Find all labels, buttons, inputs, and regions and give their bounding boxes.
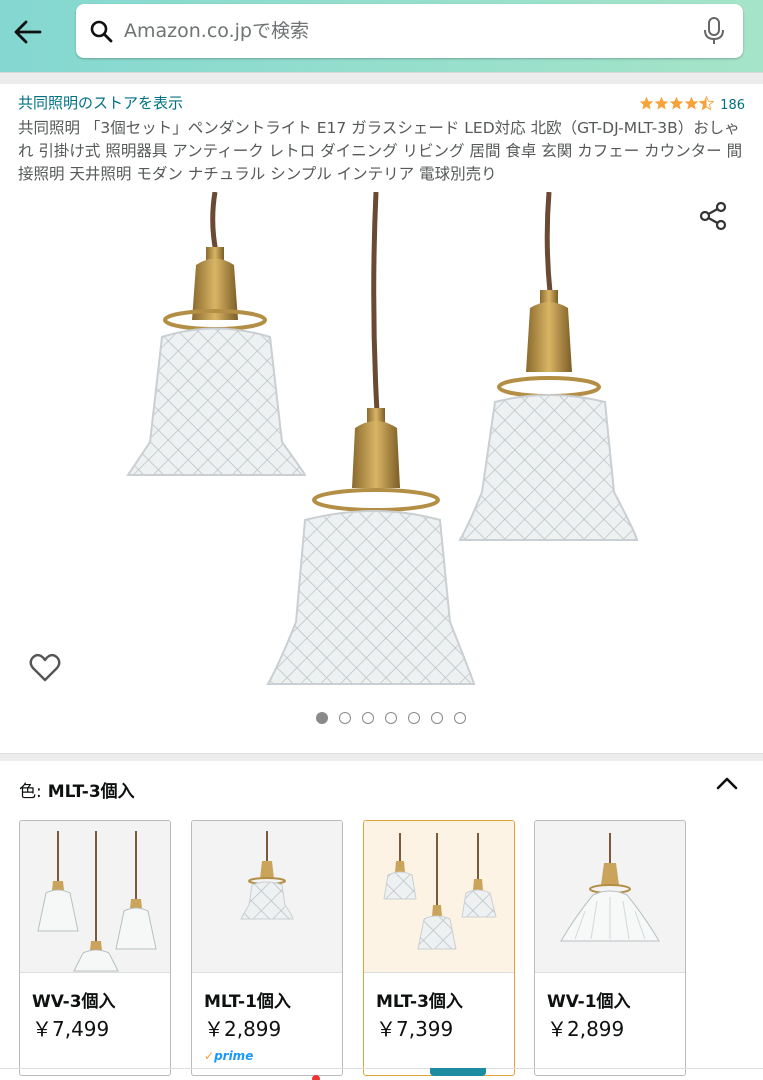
variant-price: ￥2,899 (204, 1017, 282, 1041)
product-title: 共同照明 「3個セット」ペンダントライト E17 ガラスシェード LED対応 北… (18, 119, 743, 183)
search-icon (88, 18, 114, 44)
color-label-text: 色: (19, 782, 42, 802)
share-icon[interactable] (697, 200, 729, 232)
arrow-left-icon (14, 20, 42, 44)
variant-thumbnail (192, 821, 342, 973)
notification-dot (312, 1075, 320, 1080)
carousel-dot[interactable] (453, 712, 466, 724)
variant-name: MLT-1個入 (204, 992, 291, 1012)
product-rating[interactable]: 186 (639, 94, 745, 113)
star-icon (639, 96, 654, 110)
variant-price: ￥2,899 (547, 1017, 625, 1041)
variant-card[interactable]: MLT-1個入 ￥2,899 ✓prime (191, 820, 343, 1076)
carousel-dot[interactable] (430, 712, 443, 724)
star-icon (669, 96, 684, 110)
variant-card[interactable]: WV-3個入 ￥7,499 (19, 820, 171, 1076)
section-divider (0, 72, 763, 84)
variant-card-selected[interactable]: MLT-3個入 ￥7,399 (363, 820, 515, 1076)
variant-name: WV-1個入 (547, 992, 631, 1012)
bottom-divider (0, 1068, 763, 1069)
rating-count: 186 (720, 98, 745, 113)
prime-label: prime (214, 1049, 254, 1063)
variant-name: WV-3個入 (32, 992, 116, 1012)
bottom-nav-indicator (430, 1068, 486, 1076)
check-icon: ✓ (204, 1049, 215, 1063)
chevron-up-icon[interactable] (713, 770, 741, 798)
carousel-dot[interactable] (361, 712, 374, 724)
variant-thumbnail (535, 821, 685, 973)
carousel-dot[interactable] (384, 712, 397, 724)
variant-price: ￥7,399 (376, 1017, 454, 1041)
pendant-lights-image (126, 191, 639, 685)
variant-price: ￥7,499 (32, 1017, 110, 1041)
carousel-dot[interactable] (338, 712, 351, 724)
star-icon (684, 96, 699, 110)
top-header (0, 0, 763, 72)
carousel-dot[interactable] (315, 712, 328, 724)
image-carousel-dots[interactable] (0, 712, 763, 724)
search-input[interactable] (124, 20, 699, 42)
rating-stars (639, 96, 715, 111)
prime-badge: ✓prime (204, 1049, 253, 1063)
store-link[interactable]: 共同照明のストアを表示 (18, 92, 183, 113)
heart-icon[interactable] (28, 651, 62, 685)
color-selected-value: MLT-3個入 (47, 782, 135, 802)
microphone-icon[interactable] (699, 16, 729, 46)
variant-thumbnail (364, 821, 514, 973)
color-selector-label: 色: MLT-3個入 (19, 777, 135, 802)
section-divider (0, 753, 763, 761)
variant-name: MLT-3個入 (376, 992, 463, 1012)
variant-card[interactable]: WV-1個入 ￥2,899 (534, 820, 686, 1076)
star-half-icon (699, 96, 715, 111)
variant-thumbnail (20, 821, 170, 973)
product-image[interactable] (0, 191, 763, 702)
carousel-dot[interactable] (407, 712, 420, 724)
back-button[interactable] (10, 14, 46, 50)
search-bar[interactable] (76, 4, 743, 58)
star-icon (654, 96, 669, 110)
